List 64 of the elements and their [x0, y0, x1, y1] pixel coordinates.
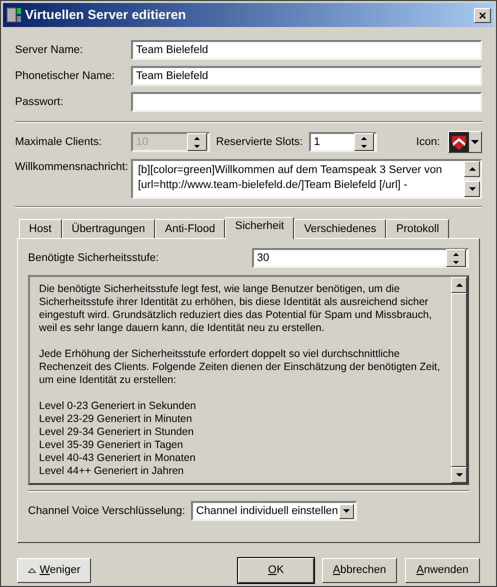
- message-line: [url=http://www.team-bielefeld.de/]Team Bielefeld [/url] -: [138, 178, 408, 193]
- info-paragraph: Jede Erhöhung der Sicherheitsstufe erfordert doppelt so viel durchschnittliche Rechenzeit des Clients. Folgende Zeiten dienen der Einschätzung der benötigten Zeit, um eine Identität zu erstellen:: [39, 348, 441, 387]
- level-line: Level 29-34 Generiert in Stunden: [39, 426, 195, 439]
- field-label: Passwort:: [15, 94, 64, 110]
- number-field[interactable]: 1: [308, 132, 377, 152]
- scrollbar[interactable]: [464, 161, 480, 197]
- up-arrow-icon: [456, 283, 462, 287]
- scroll-thumb[interactable]: [451, 293, 467, 467]
- dropdown-button[interactable]: [339, 504, 354, 518]
- level-line: Level 35-39 Generiert in Tagen: [39, 439, 184, 452]
- tab[interactable]: Verschiedenes: [294, 219, 386, 238]
- level-line: Level 44++ Generiert in Jahren: [39, 465, 185, 478]
- tab[interactable]: Host: [19, 219, 62, 238]
- down-arrow-icon: [360, 144, 367, 148]
- scroll-down-button[interactable]: [451, 467, 467, 483]
- window-title: Virtuellen Server editieren: [25, 6, 187, 24]
- welcome-message-field[interactable]: [b][color=green]Willkommen auf dem Teamspeak 3 Server von [url=http://www.team-bielefeld.de/]Team Bielefeld [/url] -: [131, 159, 482, 199]
- level-line: Level 23-29 Generiert in Minuten: [39, 413, 193, 426]
- down-arrow-icon: [468, 187, 476, 191]
- field-label: Icon:: [416, 134, 440, 150]
- close-button[interactable]: ×: [474, 8, 491, 22]
- tab[interactable]: Sicherheit: [225, 217, 294, 239]
- spin-buttons[interactable]: [446, 249, 466, 267]
- scroll-down-button[interactable]: [464, 181, 480, 197]
- dropdown-arrow-icon: [471, 140, 479, 144]
- up-arrow-icon: [468, 167, 476, 171]
- up-arrow-icon: [360, 136, 367, 140]
- field-label: Channel Voice Verschlüsselung:: [28, 504, 186, 519]
- dialog-button[interactable]: OK: [238, 558, 314, 583]
- icon-picker-button[interactable]: [448, 131, 482, 153]
- dropdown[interactable]: Channel individuell einstellen: [191, 501, 358, 521]
- dialog-button[interactable]: Anwenden: [405, 558, 480, 583]
- tab[interactable]: Übertragungen: [62, 219, 156, 238]
- level-line: Level 0-23 Generiert in Sekunden: [39, 400, 198, 413]
- spin-buttons[interactable]: [354, 133, 374, 151]
- server-icon: [6, 7, 22, 23]
- scrollbar[interactable]: [451, 277, 467, 483]
- up-arrow-icon: [453, 252, 459, 256]
- field-label: Phonetischer Name:: [15, 68, 116, 84]
- field-label: Willkommensnachricht:: [15, 160, 130, 175]
- text-field[interactable]: Team Bielefeld: [131, 66, 482, 86]
- scroll-up-button[interactable]: [451, 277, 467, 293]
- message-line: [b][color=green]Willkommen auf dem Teamspeak 3 Server von: [138, 163, 443, 178]
- field-label: Benötigte Sicherheitsstufe:: [28, 250, 160, 266]
- number-field[interactable]: 30: [252, 248, 469, 268]
- tab[interactable]: Protokoll: [386, 219, 450, 238]
- down-arrow-icon: [456, 473, 462, 477]
- info-paragraph: Die benötigte Sicherheitsstufe legt fest, wie lange Benutzer benötigen, um die Sicherheitsstufe ihrer Identität zu erhöhen, bis diese Identität als ausreichend sicher eingestuft wird. Grundsätzlich reduziert dies das Potential für Spam und Missbrauch, weil es sehr lange dauern kann, die Identität neu zu erstellen.: [39, 283, 433, 335]
- text-field[interactable]: Team Bielefeld: [131, 40, 482, 60]
- scroll-up-button[interactable]: [464, 161, 480, 177]
- field-label: Reservierte Slots:: [216, 134, 303, 150]
- text-field[interactable]: [131, 92, 482, 112]
- field-label: Server Name:: [15, 42, 84, 58]
- dialog-button[interactable]: Abbrechen: [322, 558, 397, 583]
- tab[interactable]: Anti-Flood: [155, 219, 226, 238]
- level-line: Level 40-43 Generiert in Monaten: [39, 452, 196, 465]
- down-arrow-icon: [194, 144, 200, 148]
- down-arrow-icon: [453, 260, 459, 264]
- shield-chevron-icon: [449, 132, 469, 152]
- up-triangle-icon: [28, 568, 36, 573]
- field-label: Maximale Clients:: [15, 134, 103, 150]
- less-button[interactable]: Weniger: [17, 558, 91, 583]
- dropdown-arrow-icon: [343, 509, 350, 513]
- up-arrow-icon: [194, 136, 200, 140]
